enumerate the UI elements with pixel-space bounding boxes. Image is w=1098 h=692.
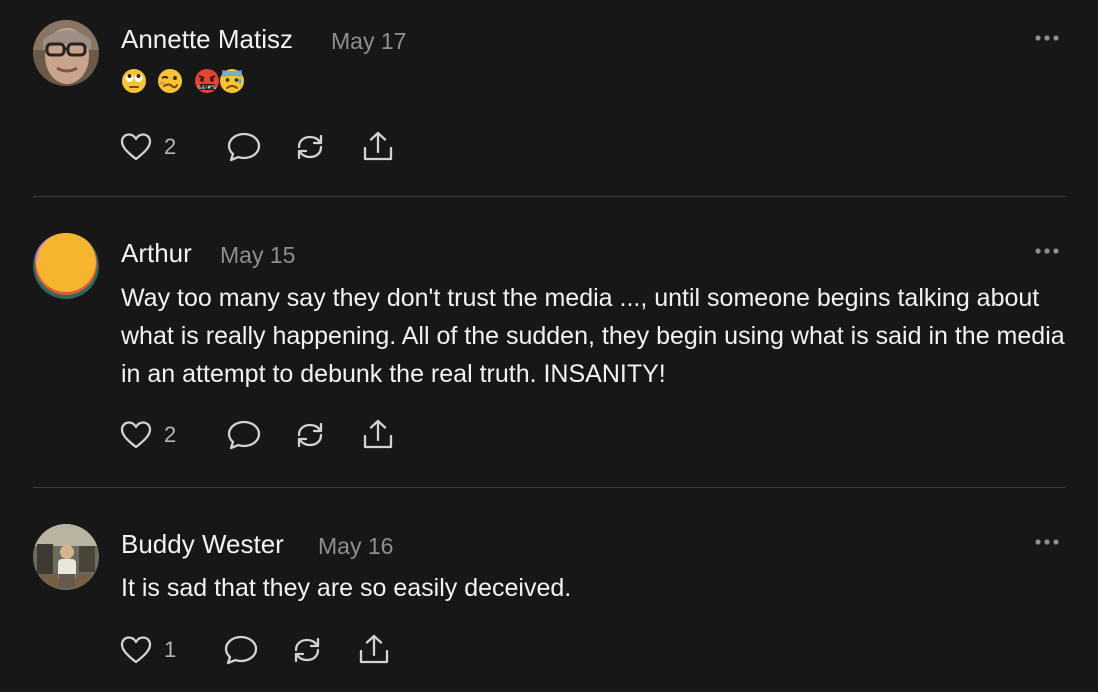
face-with-symbols-on-mouth-emoji: &$!#%: [195, 69, 219, 93]
author-name[interactable]: Annette Matisz: [121, 24, 293, 54]
share-button[interactable]: [360, 130, 396, 164]
avatar[interactable]: [33, 524, 99, 590]
post-date[interactable]: May 15: [220, 240, 295, 270]
action-bar: 2: [119, 130, 419, 166]
more-ellipsis-icon[interactable]: [1034, 246, 1060, 256]
svg-text:&$!#%: &$!#%: [198, 85, 216, 91]
repost-arrows-icon: [294, 637, 320, 663]
emoji-content: &$!#%: [121, 68, 251, 98]
comment-text: Way too many say they don't trust the me…: [121, 284, 1065, 388]
face-with-rolling-eyes-emoji: [122, 69, 146, 93]
reply-button[interactable]: [226, 418, 262, 452]
repost-button[interactable]: [292, 130, 328, 164]
comment-card: Arthur May 15 Way too many say they don'…: [0, 197, 1098, 487]
author-name[interactable]: Buddy Wester: [121, 529, 284, 559]
reply-button[interactable]: [226, 130, 262, 164]
share-button[interactable]: [356, 633, 392, 667]
avatar[interactable]: [33, 20, 99, 86]
comment-text: It is sad that they are so easily deceiv…: [121, 574, 572, 602]
more-ellipsis-icon[interactable]: [1034, 537, 1060, 547]
heart-outline-icon: [120, 636, 152, 664]
post-date[interactable]: May 17: [331, 26, 406, 56]
like-count: 2: [164, 422, 177, 447]
repost-button[interactable]: [292, 418, 328, 452]
like-count: 2: [164, 134, 177, 159]
like-count: 1: [164, 637, 177, 662]
repost-arrows-icon: [297, 134, 323, 160]
speech-bubble-icon: [227, 420, 261, 450]
author-name[interactable]: Arthur: [121, 238, 192, 268]
post-date[interactable]: May 16: [318, 531, 393, 561]
like-button[interactable]: 1: [119, 633, 189, 667]
more-ellipsis-icon[interactable]: [1034, 33, 1060, 43]
share-upload-icon: [363, 131, 393, 161]
repost-button[interactable]: [289, 633, 325, 667]
share-button[interactable]: [360, 418, 396, 452]
avatar[interactable]: [33, 233, 99, 299]
action-bar: 1: [119, 633, 419, 669]
repost-arrows-icon: [297, 422, 323, 448]
action-bar: 2: [119, 418, 419, 454]
like-button[interactable]: 2: [119, 418, 189, 452]
share-upload-icon: [363, 419, 393, 449]
comment-card: Annette Matisz May 17 &$!#% 2: [0, 0, 1098, 196]
comment-card: Buddy Wester May 16 It is sad that they …: [0, 488, 1098, 692]
like-button[interactable]: 2: [119, 130, 189, 164]
avatar-photo: [33, 524, 99, 590]
anxious-face-with-sweat-emoji: [220, 69, 244, 93]
speech-bubble-icon: [227, 132, 261, 162]
woozy-face-emoji: [158, 69, 182, 93]
reply-button[interactable]: [223, 633, 259, 667]
share-upload-icon: [359, 634, 389, 664]
heart-outline-icon: [120, 133, 152, 161]
avatar-photo: [33, 20, 99, 86]
speech-bubble-icon: [224, 635, 258, 665]
avatar-image: [33, 233, 99, 299]
heart-outline-icon: [120, 421, 152, 449]
